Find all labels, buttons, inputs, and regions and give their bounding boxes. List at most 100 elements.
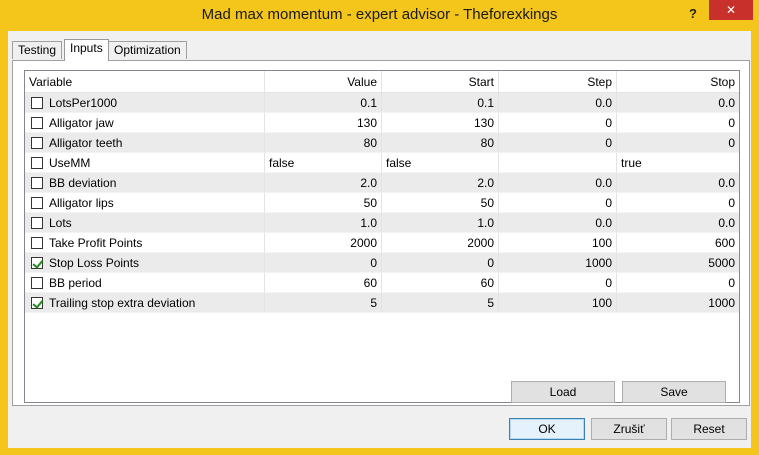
value-cell[interactable]: 2000 [265,233,382,252]
optimize-checkbox[interactable] [31,117,43,129]
variable-label: Lots [49,216,72,230]
start-cell[interactable]: 2000 [382,233,499,252]
step-cell[interactable]: 0 [499,133,617,152]
column-header-variable[interactable]: Variable [25,71,265,92]
variable-cell: Alligator teeth [25,133,265,152]
column-header-step[interactable]: Step [499,71,617,92]
value-cell[interactable]: 130 [265,113,382,132]
start-cell[interactable]: 80 [382,133,499,152]
step-cell[interactable]: 0 [499,113,617,132]
stop-cell[interactable]: 0.0 [617,173,739,192]
stop-cell[interactable]: 600 [617,233,739,252]
variable-label: Alligator jaw [49,116,114,130]
value-cell[interactable]: 60 [265,273,382,292]
value-cell[interactable]: 0 [265,253,382,272]
variable-cell: Alligator jaw [25,113,265,132]
close-button[interactable]: ✕ [709,0,753,20]
table-row[interactable]: Alligator lips 50 50 0 0 [25,193,739,213]
reset-button[interactable]: Reset [671,418,747,440]
table-row[interactable]: Alligator teeth 80 80 0 0 [25,133,739,153]
save-button[interactable]: Save [622,381,726,403]
variable-cell: BB deviation [25,173,265,192]
optimize-checkbox[interactable] [31,237,43,249]
load-button[interactable]: Load [511,381,615,403]
start-cell[interactable]: 5 [382,293,499,312]
optimize-checkbox[interactable] [31,217,43,229]
value-cell[interactable]: 50 [265,193,382,212]
step-cell[interactable]: 0.0 [499,213,617,232]
variable-label: BB period [49,276,102,290]
start-cell[interactable]: 0.1 [382,93,499,112]
step-cell[interactable] [499,153,617,172]
table-row[interactable]: BB period 60 60 0 0 [25,273,739,293]
table-row[interactable]: BB deviation 2.0 2.0 0.0 0.0 [25,173,739,193]
optimize-checkbox[interactable] [31,157,43,169]
tab-testing[interactable]: Testing [12,41,63,59]
value-cell[interactable]: false [265,153,382,172]
table-row[interactable]: Alligator jaw 130 130 0 0 [25,113,739,133]
stop-cell[interactable]: 0 [617,113,739,132]
start-cell[interactable]: 60 [382,273,499,292]
column-header-start[interactable]: Start [382,71,499,92]
value-cell[interactable]: 2.0 [265,173,382,192]
step-cell[interactable]: 0 [499,273,617,292]
table-row[interactable]: LotsPer1000 0.1 0.1 0.0 0.0 [25,93,739,113]
start-cell[interactable]: 1.0 [382,213,499,232]
value-cell[interactable]: 1.0 [265,213,382,232]
value-cell[interactable]: 80 [265,133,382,152]
stop-cell[interactable]: 0 [617,133,739,152]
stop-cell[interactable]: 5000 [617,253,739,272]
table-row[interactable]: Stop Loss Points 0 0 1000 5000 [25,253,739,273]
table-row[interactable]: UseMM false false true [25,153,739,173]
column-header-stop[interactable]: Stop [617,71,739,92]
inputs-grid: Variable Value Start Step Stop LotsPer10… [24,70,740,403]
help-button[interactable]: ? [682,4,704,24]
start-cell[interactable]: 0 [382,253,499,272]
ok-button[interactable]: OK [509,418,585,440]
optimize-checkbox[interactable] [31,97,43,109]
start-cell[interactable]: 50 [382,193,499,212]
optimize-checkbox[interactable] [31,177,43,189]
step-cell[interactable]: 0.0 [499,173,617,192]
variable-cell: Lots [25,213,265,232]
stop-cell[interactable]: 0.0 [617,213,739,232]
variable-cell: Alligator lips [25,193,265,212]
table-row[interactable]: Take Profit Points 2000 2000 100 600 [25,233,739,253]
tab-optimization[interactable]: Optimization [108,41,187,59]
stop-cell[interactable]: true [617,153,739,172]
start-cell[interactable]: false [382,153,499,172]
value-cell[interactable]: 0.1 [265,93,382,112]
step-cell[interactable]: 1000 [499,253,617,272]
grid-header: Variable Value Start Step Stop [25,71,739,93]
cancel-button[interactable]: Zrušiť [591,418,667,440]
variable-cell: BB period [25,273,265,292]
optimize-checkbox[interactable] [31,197,43,209]
dialog-body: Testing Inputs Optimization Variable Val… [8,31,751,448]
optimize-checkbox[interactable] [31,257,43,269]
table-row[interactable]: Lots 1.0 1.0 0.0 0.0 [25,213,739,233]
optimize-checkbox[interactable] [31,137,43,149]
variable-label: LotsPer1000 [49,96,118,110]
stop-cell[interactable]: 1000 [617,293,739,312]
variable-label: Take Profit Points [49,236,143,250]
column-header-value[interactable]: Value [265,71,382,92]
stop-cell[interactable]: 0.0 [617,93,739,112]
table-row[interactable]: Trailing stop extra deviation 5 5 100 1000 [25,293,739,313]
stop-cell[interactable]: 0 [617,193,739,212]
tab-inputs[interactable]: Inputs [64,39,109,61]
step-cell[interactable]: 0.0 [499,93,617,112]
value-cell[interactable]: 5 [265,293,382,312]
step-cell[interactable]: 100 [499,233,617,252]
variable-label: Trailing stop extra deviation [49,296,196,310]
start-cell[interactable]: 130 [382,113,499,132]
step-cell[interactable]: 0 [499,193,617,212]
start-cell[interactable]: 2.0 [382,173,499,192]
optimize-checkbox[interactable] [31,277,43,289]
variable-cell: Take Profit Points [25,233,265,252]
stop-cell[interactable]: 0 [617,273,739,292]
variable-label: Stop Loss Points [49,256,140,270]
step-cell[interactable]: 100 [499,293,617,312]
dialog-window: Mad max momentum - expert advisor - Thef… [0,0,759,455]
grid-rows: LotsPer1000 0.1 0.1 0.0 0.0 Alligator jaw 130 1… [25,93,739,313]
optimize-checkbox[interactable] [31,297,43,309]
